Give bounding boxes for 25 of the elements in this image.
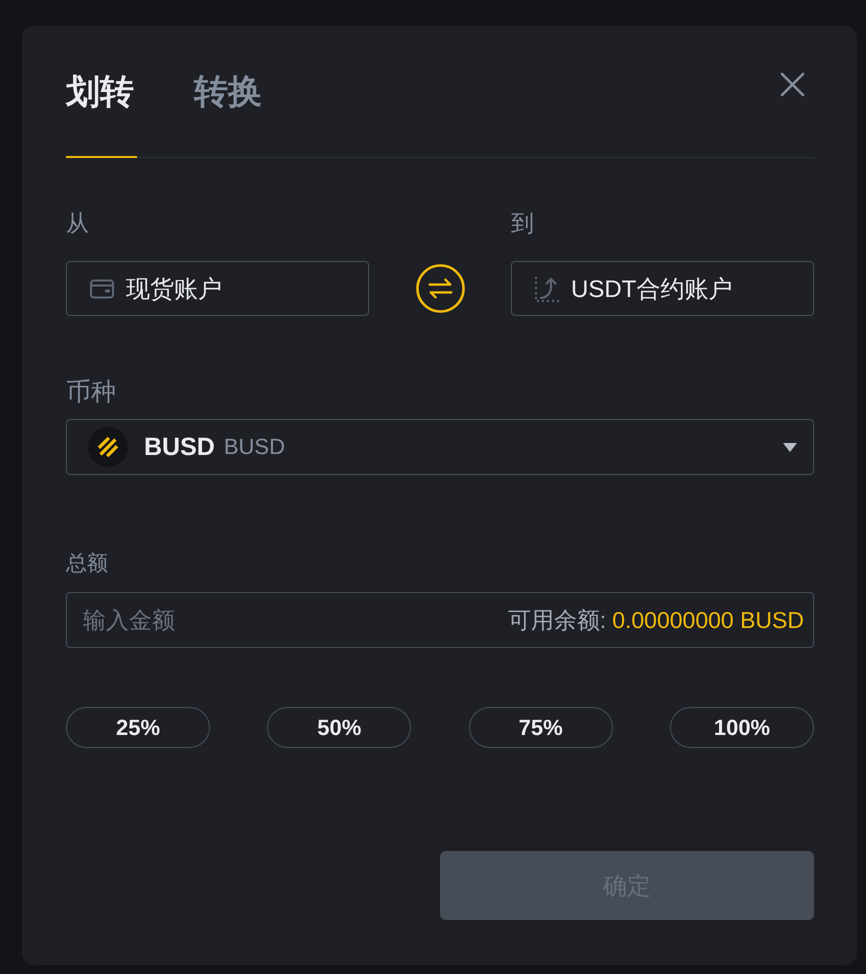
amount-input[interactable]: 输入金额 (83, 600, 508, 640)
swap-icon[interactable] (416, 264, 464, 313)
coin-icon (88, 427, 128, 467)
account-select[interactable]: 现货账户 (66, 261, 369, 316)
available-balance-label: 可用余额: (508, 606, 606, 634)
field-label: 从 (66, 209, 89, 237)
curve-arrow-icon (533, 274, 561, 302)
field-label: 币种 (66, 378, 116, 406)
tab[interactable]: 划转 (66, 72, 137, 158)
wallet-icon (90, 278, 114, 298)
percent-button[interactable]: 25% (66, 707, 210, 748)
coin-symbol: BUSD (144, 432, 215, 462)
field-label: 到 (511, 209, 534, 237)
field-label: 总额 (66, 552, 108, 576)
caret-icon (783, 442, 797, 452)
account-select[interactable]: USDT合约账户 (511, 261, 814, 316)
percent-button[interactable]: 75% (468, 707, 613, 748)
percent-button[interactable]: 50% (267, 707, 412, 748)
coin-name: BUSD (224, 434, 285, 460)
coin-select[interactable]: BUSD BUSD (66, 419, 814, 475)
tab[interactable]: 转换 (194, 72, 265, 158)
amount-field[interactable]: 输入金额 可用余额: 0.00000000 BUSD (66, 592, 814, 648)
percent-button[interactable]: 100% (670, 707, 814, 748)
close-icon[interactable] (780, 72, 805, 97)
available-balance-value: 0.00000000 BUSD (612, 606, 804, 634)
